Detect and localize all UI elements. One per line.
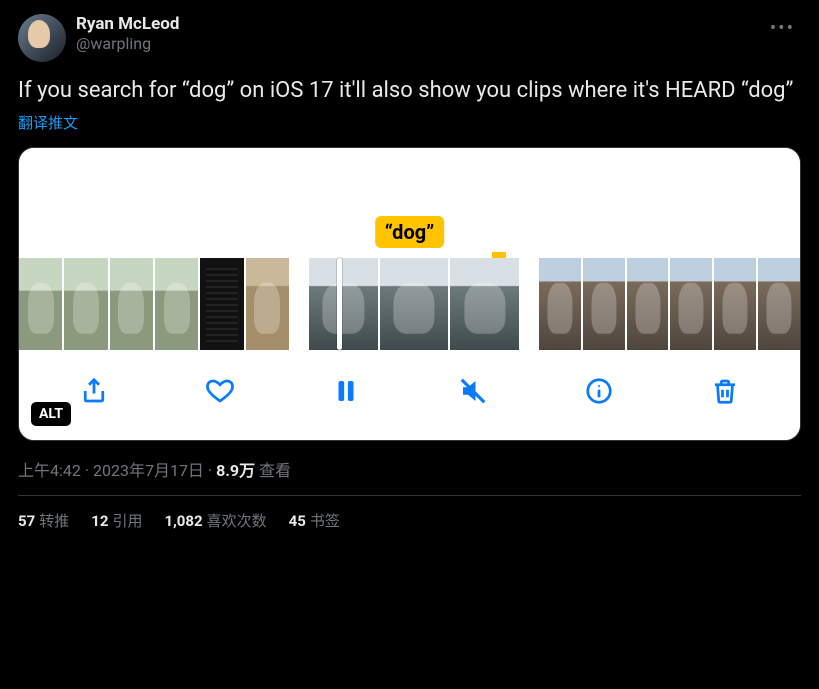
likes-stat[interactable]: 1,082喜欢次数 [164, 510, 266, 531]
caption-badge: “dog” [375, 216, 445, 248]
clip-frame [539, 258, 581, 350]
author-block[interactable]: Ryan McLeod @warpling [76, 14, 754, 53]
clip-frame [155, 258, 198, 350]
clip-frame [627, 258, 669, 350]
heart-icon[interactable] [203, 374, 237, 408]
playhead[interactable] [337, 258, 342, 350]
tweet-meta: 上午4:42 · 2023年7月17日 · 8.9万 查看 [18, 457, 801, 481]
clip-frame [64, 258, 107, 350]
pause-icon[interactable] [329, 374, 363, 408]
clip-frame [246, 258, 289, 350]
media-preview-area: “dog” [19, 148, 800, 258]
tweet-time[interactable]: 上午4:42 [18, 461, 81, 480]
clip-group [19, 258, 289, 350]
share-icon[interactable] [77, 374, 111, 408]
video-timeline[interactable] [19, 258, 800, 350]
clip-frame [19, 258, 62, 350]
clip-group [309, 258, 519, 350]
clip-frame [758, 258, 800, 350]
divider [18, 495, 801, 496]
clip-frame [309, 258, 378, 350]
tweet-stats: 57转推 12引用 1,082喜欢次数 45书签 [18, 510, 801, 531]
tweet-text: If you search for “dog” on iOS 17 it'll … [18, 76, 801, 106]
clip-group [539, 258, 800, 350]
avatar[interactable] [18, 14, 66, 62]
clip-frame [583, 258, 625, 350]
quotes-stat[interactable]: 12引用 [91, 510, 142, 531]
handle: @warpling [76, 34, 754, 53]
bookmarks-stat[interactable]: 45书签 [289, 510, 340, 531]
alt-badge[interactable]: ALT [31, 402, 71, 426]
clip-frame [670, 258, 712, 350]
media-controls [19, 350, 800, 440]
tweet-date[interactable]: 2023年7月17日 [93, 461, 204, 480]
mute-icon[interactable] [456, 374, 490, 408]
clip-frame [450, 258, 519, 350]
views-label: 查看 [259, 461, 291, 480]
media-card[interactable]: “dog” [18, 147, 801, 441]
views-count: 8.9万 [216, 461, 255, 480]
more-button[interactable]: ••• [764, 14, 801, 41]
tweet-header: Ryan McLeod @warpling ••• [18, 14, 801, 62]
trash-icon[interactable] [708, 374, 742, 408]
info-icon[interactable] [582, 374, 616, 408]
clip-frame [714, 258, 756, 350]
translate-link[interactable]: 翻译推文 [18, 112, 801, 133]
display-name: Ryan McLeod [76, 14, 754, 34]
clip-frame [380, 258, 449, 350]
tweet-container: Ryan McLeod @warpling ••• If you search … [0, 0, 819, 545]
clip-frame [110, 258, 153, 350]
retweets-stat[interactable]: 57转推 [18, 510, 69, 531]
clip-frame [200, 258, 243, 350]
